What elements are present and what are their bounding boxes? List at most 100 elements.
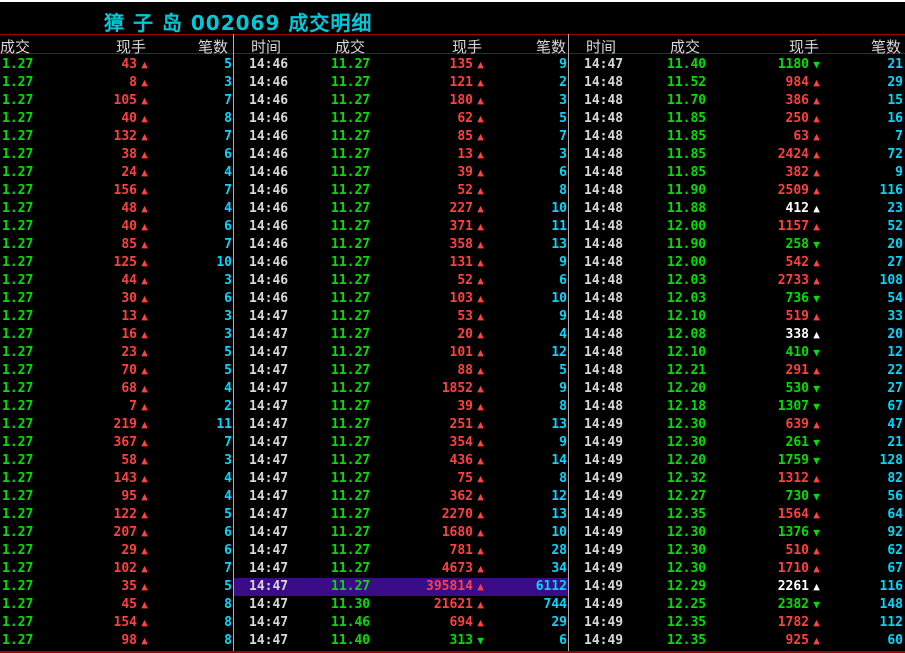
trade-price: 1.27 <box>2 201 34 216</box>
table-row[interactable]: 1.27 16 ▲ 3 14:47 11.27 20 ▲ 4 14:48 12.08 338 ▲ 20 <box>0 326 905 344</box>
table-row[interactable]: 1.27 48 ▲ 4 14:46 11.27 227 ▲ 10 14:48 11.88 412 ▲ 23 <box>0 200 905 218</box>
arrow-up-icon: ▲ <box>141 490 148 503</box>
trade-volume: 24 <box>121 165 137 180</box>
trade-time: 14:48 <box>584 237 624 252</box>
trade-price: 11.90 <box>667 183 707 198</box>
trade-count: 13 <box>551 507 567 522</box>
trade-volume: 85 <box>121 237 137 252</box>
trade-count: 5 <box>224 363 232 378</box>
table-row[interactable]: 1.27 40 ▲ 8 14:46 11.27 62 ▲ 5 14:48 11.85 250 ▲ 16 <box>0 110 905 128</box>
table-row[interactable]: 1.27 58 ▲ 3 14:47 11.27 436 ▲ 14 14:49 12.20 1759 ▼ 1… <box>0 452 905 470</box>
trade-time: 14:49 <box>584 561 624 576</box>
trade-volume: 313 <box>449 633 473 648</box>
trade-count: 6 <box>224 543 232 558</box>
table-row[interactable]: 1.27 8 ▲ 3 14:46 11.27 121 ▲ 2 14:48 11.52 984 ▲ 29 <box>0 74 905 92</box>
table-row[interactable]: 1.27 85 ▲ 7 14:46 11.27 358 ▲ 13 14:48 11.90 258 ▼ 20 <box>0 236 905 254</box>
arrow-up-icon: ▲ <box>477 148 484 161</box>
trade-count: 9 <box>559 381 567 396</box>
trade-price: 11.27 <box>331 219 371 234</box>
trade-count: 8 <box>224 615 232 630</box>
trade-count: 6 <box>224 525 232 540</box>
trade-time: 14:48 <box>584 183 624 198</box>
trade-price: 12.29 <box>667 579 707 594</box>
trade-time: 14:47 <box>249 615 289 630</box>
trade-price: 11.27 <box>331 129 371 144</box>
trade-time: 14:46 <box>249 183 289 198</box>
arrow-down-icon: ▼ <box>477 634 484 647</box>
table-row[interactable]: 1.27 95 ▲ 4 14:47 11.27 362 ▲ 12 14:49 12.27 730 ▼ 56 <box>0 488 905 506</box>
table-row[interactable]: 1.27 13 ▲ 3 14:47 11.27 53 ▲ 9 14:48 12.10 519 ▲ 33 <box>0 308 905 326</box>
table-row[interactable]: 1.27 43 ▲ 5 14:46 11.27 135 ▲ 9 14:47 11.40 1180 ▼ 21 <box>0 56 905 74</box>
trade-price: 11.27 <box>331 345 371 360</box>
arrow-up-icon: ▲ <box>477 76 484 89</box>
trade-volume: 4673 <box>441 561 473 576</box>
trade-count: 3 <box>224 309 232 324</box>
trade-time: 14:46 <box>249 237 289 252</box>
trade-volume: 20 <box>457 327 473 342</box>
trade-price: 11.27 <box>331 111 371 126</box>
table-row[interactable]: 1.27 45 ▲ 8 14:47 11.30 21621 ▲ 744 14:49 12.25 238… <box>0 596 905 614</box>
table-row[interactable]: 1.27 24 ▲ 4 14:46 11.27 39 ▲ 6 14:48 11.85 382 ▲ 9 <box>0 164 905 182</box>
arrow-up-icon: ▲ <box>813 220 820 233</box>
trade-time: 14:48 <box>584 291 624 306</box>
table-row[interactable]: 1.27 207 ▲ 6 14:47 11.27 1680 ▲ 10 14:49 12.30 1376… <box>0 524 905 542</box>
trade-volume: 382 <box>785 165 809 180</box>
table-row[interactable]: 1.27 154 ▲ 8 14:47 11.46 694 ▲ 29 14:49 12.35 1782 ▲… <box>0 614 905 632</box>
table-row[interactable]: 1.27 122 ▲ 5 14:47 11.27 2270 ▲ 13 14:49 12.35 1564… <box>0 506 905 524</box>
table-row[interactable]: 1.27 102 ▲ 7 14:47 11.27 4673 ▲ 34 14:49 12.30 1710… <box>0 560 905 578</box>
trade-time: 14:49 <box>584 579 624 594</box>
trade-volume: 1307 <box>777 399 809 414</box>
trade-count: 28 <box>551 543 567 558</box>
table-row[interactable]: 1.27 367 ▲ 7 14:47 11.27 354 ▲ 9 14:49 12.30 261 ▼ 21 <box>0 434 905 452</box>
trade-volume: 48 <box>121 201 137 216</box>
table-row[interactable]: 1.27 98 ▲ 8 14:47 11.40 313 ▼ 6 14:49 12.35 925 ▲ 60 <box>0 632 905 650</box>
trade-time: 14:49 <box>584 543 624 558</box>
trade-count: 7 <box>224 93 232 108</box>
table-row[interactable]: 1.27 7 ▲ 2 14:47 11.27 39 ▲ 8 14:48 12.18 1307 ▼ 67 <box>0 398 905 416</box>
table-row[interactable]: 1.27 219 ▲ 11 14:47 11.27 251 ▲ 13 14:49 12.30 639 ▲… <box>0 416 905 434</box>
table-row[interactable]: 1.27 35 ▲ 5 14:47 11.27 395814 ▲ 6112 14:49 12.29 2… <box>0 578 905 596</box>
trade-time: 14:48 <box>584 219 624 234</box>
trade-price: 1.27 <box>2 291 34 306</box>
trade-volume: 7 <box>129 399 137 414</box>
trade-price: 1.27 <box>2 435 34 450</box>
table-row[interactable]: 1.27 156 ▲ 7 14:46 11.27 52 ▲ 8 14:48 11.90 2509 ▲ 11… <box>0 182 905 200</box>
trade-time: 14:48 <box>584 345 624 360</box>
table-row[interactable]: 1.27 23 ▲ 5 14:47 11.27 101 ▲ 12 14:48 12.10 410 ▼ 12 <box>0 344 905 362</box>
trade-time: 14:46 <box>249 255 289 270</box>
trade-time: 14:47 <box>249 579 289 594</box>
trade-volume: 29 <box>121 543 137 558</box>
trade-count: 6 <box>224 219 232 234</box>
trade-price: 11.27 <box>331 399 371 414</box>
trade-volume: 95 <box>121 489 137 504</box>
trade-volume: 52 <box>457 183 473 198</box>
table-row[interactable]: 1.27 40 ▲ 6 14:46 11.27 371 ▲ 11 14:48 12.00 1157 ▲ 5… <box>0 218 905 236</box>
trade-time: 14:46 <box>249 201 289 216</box>
arrow-up-icon: ▲ <box>141 256 148 269</box>
trade-count: 3 <box>559 93 567 108</box>
arrow-up-icon: ▲ <box>813 634 820 647</box>
trade-count: 4 <box>224 471 232 486</box>
arrow-up-icon: ▲ <box>477 310 484 323</box>
trade-volume: 8 <box>129 75 137 90</box>
table-row[interactable]: 1.27 44 ▲ 3 14:46 11.27 52 ▲ 6 14:48 12.03 2733 ▲ 108 <box>0 272 905 290</box>
trade-count: 8 <box>559 183 567 198</box>
trade-price: 1.27 <box>2 75 34 90</box>
table-row[interactable]: 1.27 70 ▲ 5 14:47 11.27 88 ▲ 5 14:48 12.21 291 ▲ 22 <box>0 362 905 380</box>
trade-detail-grid[interactable]: 1.27 43 ▲ 5 14:46 11.27 135 ▲ 9 14:47 11.40 1180 ▼ 21… <box>0 56 905 653</box>
trade-count: 11 <box>551 219 567 234</box>
table-row[interactable]: 1.27 30 ▲ 6 14:46 11.27 103 ▲ 10 14:48 12.03 736 ▼ 54 <box>0 290 905 308</box>
trade-price: 12.30 <box>667 417 707 432</box>
table-row[interactable]: 1.27 105 ▲ 7 14:46 11.27 180 ▲ 3 14:48 11.70 386 ▲ 15 <box>0 92 905 110</box>
arrow-up-icon: ▲ <box>813 418 820 431</box>
trade-volume: 386 <box>785 93 809 108</box>
table-row[interactable]: 1.27 125 ▲ 10 14:46 11.27 131 ▲ 9 14:48 12.00 542 ▲ 2… <box>0 254 905 272</box>
table-row[interactable]: 1.27 132 ▲ 7 14:46 11.27 85 ▲ 7 14:48 11.85 63 ▲ 7 <box>0 128 905 146</box>
table-row[interactable]: 1.27 143 ▲ 4 14:47 11.27 75 ▲ 8 14:49 12.32 1312 ▲ 82 <box>0 470 905 488</box>
table-row[interactable]: 1.27 38 ▲ 6 14:46 11.27 13 ▲ 3 14:48 11.85 2424 ▲ 72 <box>0 146 905 164</box>
table-row[interactable]: 1.27 29 ▲ 6 14:47 11.27 781 ▲ 28 14:49 12.30 510 ▲ 62 <box>0 542 905 560</box>
trade-price: 12.35 <box>667 633 707 648</box>
trade-time: 14:49 <box>584 615 624 630</box>
trade-count: 6 <box>559 165 567 180</box>
table-row[interactable]: 1.27 68 ▲ 4 14:47 11.27 1852 ▲ 9 14:48 12.20 530 ▼ 27 <box>0 380 905 398</box>
